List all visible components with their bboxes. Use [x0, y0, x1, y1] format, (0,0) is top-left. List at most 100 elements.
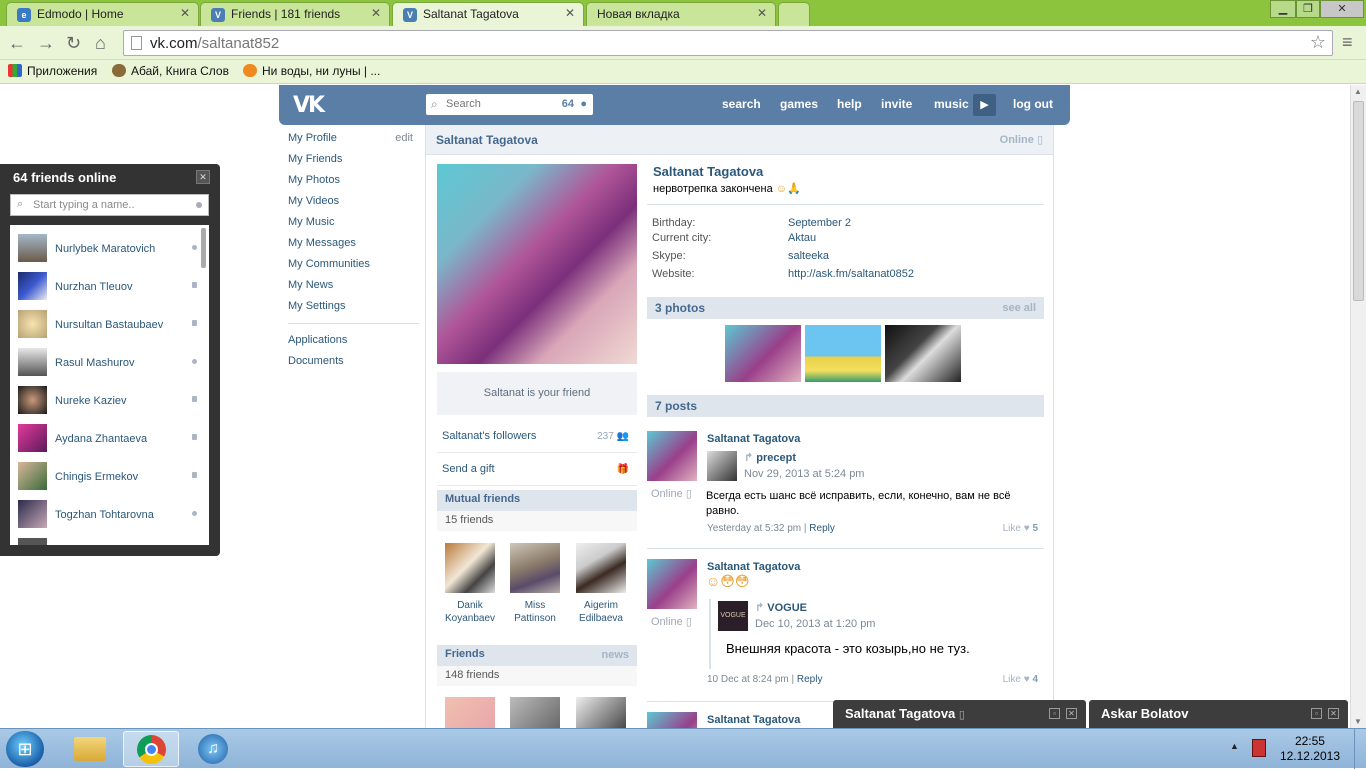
- chrome-icon[interactable]: [123, 731, 179, 767]
- post-avatar[interactable]: [647, 431, 697, 481]
- repost-source[interactable]: ↱ VOGUE: [755, 601, 807, 614]
- online-friend-item[interactable]: Rasul Mashurov: [10, 342, 209, 380]
- photo-thumbnail[interactable]: [805, 325, 881, 382]
- home-icon[interactable]: ⌂: [95, 33, 106, 53]
- menu-my-messages[interactable]: My Messages: [279, 233, 425, 254]
- close-icon[interactable]: ✕: [196, 170, 210, 184]
- send-gift-link[interactable]: Send a gift 🎁: [437, 454, 637, 486]
- profile-photo[interactable]: [437, 164, 637, 364]
- chat-tab[interactable]: Askar Bolatov ▫ ✕: [1089, 700, 1348, 728]
- close-icon[interactable]: ✕: [757, 6, 767, 20]
- scrollbar-thumb[interactable]: [1353, 101, 1364, 301]
- menu-my-profile[interactable]: My Profile edit: [279, 128, 425, 149]
- bookmark-star-icon[interactable]: ☆: [1310, 32, 1326, 53]
- restore-icon[interactable]: ❐: [1296, 0, 1320, 18]
- forward-icon[interactable]: →: [37, 33, 55, 53]
- bookmark-ni-vody[interactable]: Ни воды, ни луны | ...: [243, 64, 380, 78]
- see-all-link[interactable]: see all: [1002, 302, 1036, 314]
- repost-date[interactable]: Dec 10, 2013 at 1:20 pm: [755, 618, 875, 630]
- back-icon[interactable]: ←: [8, 33, 26, 53]
- menu-my-music[interactable]: My Music: [279, 212, 425, 233]
- browser-tab-new[interactable]: Новая вкладка ✕: [586, 2, 776, 26]
- online-friend-item[interactable]: [10, 532, 209, 545]
- menu-applications[interactable]: Applications: [279, 330, 425, 351]
- post-date[interactable]: Yesterday at 5:32 pm: [707, 523, 801, 534]
- close-window-icon[interactable]: ✕: [1320, 0, 1364, 18]
- like-button[interactable]: Like ♥ 5: [1003, 523, 1038, 534]
- menu-my-communities[interactable]: My Communities: [279, 254, 425, 275]
- vk-logo[interactable]: VK: [293, 93, 325, 118]
- nav-games[interactable]: games: [780, 97, 818, 111]
- info-value[interactable]: September 2: [788, 217, 851, 229]
- profile-status[interactable]: нервотрепка закончена ☺🙏: [653, 182, 801, 195]
- new-tab-button[interactable]: [778, 2, 810, 26]
- info-value[interactable]: Aktau: [788, 232, 816, 244]
- chat-tab[interactable]: Saltanat Tagatova ▯ ▫ ✕: [833, 700, 1086, 728]
- nav-music[interactable]: music: [934, 97, 969, 111]
- explorer-icon[interactable]: [62, 731, 118, 767]
- address-bar[interactable]: vk.com/saltanat852 ☆: [123, 30, 1333, 56]
- friends-news-link[interactable]: news: [601, 649, 629, 661]
- page-scrollbar[interactable]: ▲ ▼: [1350, 85, 1366, 728]
- online-friend-item[interactable]: Chingis Ermekov: [10, 456, 209, 494]
- scroll-down-icon[interactable]: ▼: [1354, 717, 1362, 726]
- post-author[interactable]: Saltanat Tagatova: [707, 561, 800, 573]
- menu-my-videos[interactable]: My Videos: [279, 191, 425, 212]
- friend-search-input[interactable]: ⌕ Start typing a name..: [10, 194, 209, 216]
- system-clock[interactable]: 22:55 12.12.2013: [1280, 734, 1340, 764]
- repost-date[interactable]: Nov 29, 2013 at 5:24 pm: [744, 468, 864, 480]
- post-avatar[interactable]: [647, 559, 697, 609]
- repost-avatar[interactable]: [707, 451, 737, 481]
- windows-start-icon[interactable]: ⊞: [6, 731, 44, 767]
- online-friend-item[interactable]: Nureke Kaziev: [10, 380, 209, 418]
- nav-invite[interactable]: invite: [881, 97, 912, 111]
- online-friend-item[interactable]: Aydana Zhantaeva: [10, 418, 209, 456]
- close-icon[interactable]: ✕: [1066, 708, 1077, 719]
- mutual-friend[interactable]: Miss Pattinson: [508, 543, 562, 625]
- show-desktop-button[interactable]: [1354, 729, 1366, 769]
- mutual-friend[interactable]: Danik Koyanbaev: [443, 543, 497, 625]
- nav-help[interactable]: help: [837, 97, 862, 111]
- maximize-icon[interactable]: ▫: [1311, 708, 1322, 719]
- post-author[interactable]: Saltanat Tagatova: [707, 714, 800, 726]
- online-friend-item[interactable]: Nurzhan Tleuov: [10, 266, 209, 304]
- mutual-friend[interactable]: Aigerim Edilbaeva: [574, 543, 628, 625]
- online-friend-item[interactable]: Nurlybek Maratovich: [10, 228, 209, 266]
- photo-thumbnail[interactable]: [885, 325, 961, 382]
- reply-link[interactable]: Reply: [809, 523, 835, 534]
- play-icon[interactable]: ▶: [973, 94, 996, 116]
- browser-tab-friends[interactable]: V Friends | 181 friends ✕: [200, 2, 390, 26]
- minimize-icon[interactable]: ▁: [1270, 0, 1296, 18]
- followers-link[interactable]: Saltanat's followers 237 👥: [437, 421, 637, 453]
- close-icon[interactable]: ✕: [1328, 708, 1339, 719]
- post-date[interactable]: 10 Dec at 8:24 pm: [707, 674, 789, 685]
- scrollbar-thumb[interactable]: [201, 228, 206, 268]
- friends-header[interactable]: Friends news: [437, 645, 637, 666]
- search-input[interactable]: ⌕ Search 64 ●: [426, 94, 593, 115]
- bookmark-apps[interactable]: Приложения: [8, 64, 97, 78]
- menu-my-friends[interactable]: My Friends: [279, 149, 425, 170]
- photos-header[interactable]: 3 photos see all: [647, 297, 1044, 319]
- post-author[interactable]: Saltanat Tagatova: [707, 433, 800, 445]
- like-button[interactable]: Like ♥ 4: [1003, 674, 1038, 685]
- battery-icon[interactable]: [1252, 739, 1266, 757]
- browser-tab-edmodo[interactable]: e Edmodo | Home ✕: [6, 2, 199, 26]
- close-icon[interactable]: ✕: [180, 6, 190, 20]
- online-friend-item[interactable]: Nursultan Bastaubaev: [10, 304, 209, 342]
- itunes-icon[interactable]: ♫: [184, 731, 240, 767]
- tray-expand-icon[interactable]: ▲: [1230, 741, 1239, 751]
- close-icon[interactable]: ✕: [565, 6, 575, 20]
- menu-documents[interactable]: Documents: [279, 351, 425, 372]
- menu-icon[interactable]: ≡: [1342, 32, 1353, 52]
- reply-link[interactable]: Reply: [797, 674, 823, 685]
- repost-source[interactable]: ↱ precept: [744, 451, 796, 464]
- edit-link[interactable]: edit: [395, 128, 413, 149]
- scroll-up-icon[interactable]: ▲: [1354, 87, 1362, 96]
- repost-avatar[interactable]: VOGUE: [718, 601, 748, 631]
- browser-tab-profile[interactable]: V Saltanat Tagatova ✕: [392, 2, 584, 26]
- close-icon[interactable]: ✕: [371, 6, 381, 20]
- info-value[interactable]: http://ask.fm/saltanat0852: [788, 268, 914, 280]
- info-value[interactable]: salteeka: [788, 250, 829, 262]
- maximize-icon[interactable]: ▫: [1049, 708, 1060, 719]
- menu-my-settings[interactable]: My Settings: [279, 296, 425, 317]
